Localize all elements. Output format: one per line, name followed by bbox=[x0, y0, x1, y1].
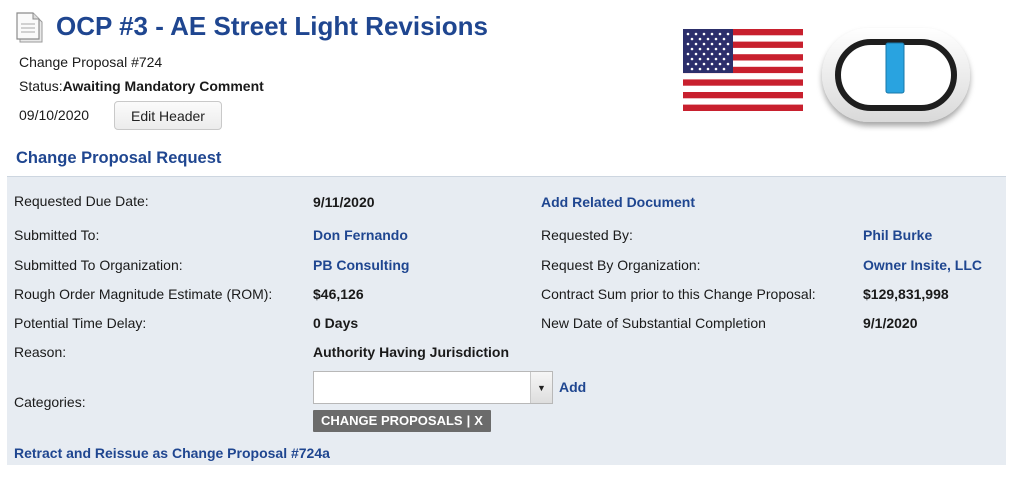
submitted-org-label: Submitted To Organization: bbox=[14, 257, 183, 273]
edit-header-button[interactable]: Edit Header bbox=[114, 101, 222, 130]
remove-tag-button[interactable]: X bbox=[474, 413, 483, 428]
retract-reissue-link[interactable]: Retract and Reissue as Change Proposal #… bbox=[14, 444, 330, 462]
completion-label: New Date of Substantial Completion bbox=[541, 315, 766, 331]
category-tag: CHANGE PROPOSALS | X bbox=[313, 410, 491, 432]
reason-value: Authority Having Jurisdiction bbox=[313, 344, 510, 360]
requested-by-link[interactable]: Phil Burke bbox=[863, 226, 932, 244]
submitted-org-link[interactable]: PB Consulting bbox=[313, 256, 409, 274]
category-tag-label: CHANGE PROPOSALS bbox=[321, 413, 463, 428]
section-title: Change Proposal Request bbox=[16, 149, 222, 167]
document-icon bbox=[14, 10, 46, 44]
requested-by-label: Requested By: bbox=[541, 227, 633, 243]
contract-sum-value: $129,831,998 bbox=[863, 286, 949, 302]
completion-value: 9/1/2020 bbox=[863, 315, 918, 331]
rom-value: $46,126 bbox=[313, 286, 364, 302]
reason-label: Reason: bbox=[14, 344, 67, 360]
status-line: Status:Awaiting Mandatory Comment bbox=[19, 77, 264, 95]
pill-logo-icon bbox=[816, 22, 976, 132]
contract-sum-label: Contract Sum prior to this Change Propos… bbox=[541, 286, 816, 302]
add-related-document-link[interactable]: Add Related Document bbox=[541, 193, 695, 211]
status-value: Awaiting Mandatory Comment bbox=[62, 78, 264, 94]
header-date: 09/10/2020 bbox=[19, 107, 90, 123]
categories-label: Categories: bbox=[14, 394, 86, 410]
submitted-to-link[interactable]: Don Fernando bbox=[313, 226, 408, 244]
requested-due-date-value: 9/11/2020 bbox=[313, 194, 375, 210]
submitted-to-label: Submitted To: bbox=[14, 227, 100, 243]
tag-separator: | bbox=[466, 413, 471, 428]
rom-label: Rough Order Magnitude Estimate (ROM): bbox=[14, 286, 273, 302]
request-org-label: Request By Organization: bbox=[541, 257, 701, 273]
us-flag-icon bbox=[683, 29, 803, 111]
requested-due-date-label: Requested Due Date: bbox=[14, 193, 149, 209]
time-delay-label: Potential Time Delay: bbox=[14, 315, 147, 331]
details-panel bbox=[7, 176, 1006, 465]
time-delay-value: 0 Days bbox=[313, 315, 359, 331]
chevron-down-icon[interactable]: ▼ bbox=[530, 372, 552, 403]
add-category-link[interactable]: Add bbox=[559, 378, 586, 396]
request-org-link[interactable]: Owner Insite, LLC bbox=[863, 256, 982, 274]
categories-select[interactable]: ▼ bbox=[313, 371, 553, 404]
status-label: Status: bbox=[19, 78, 63, 94]
change-proposal-number: Change Proposal #724 bbox=[19, 54, 163, 70]
page-title: OCP #3 - AE Street Light Revisions bbox=[56, 11, 488, 41]
